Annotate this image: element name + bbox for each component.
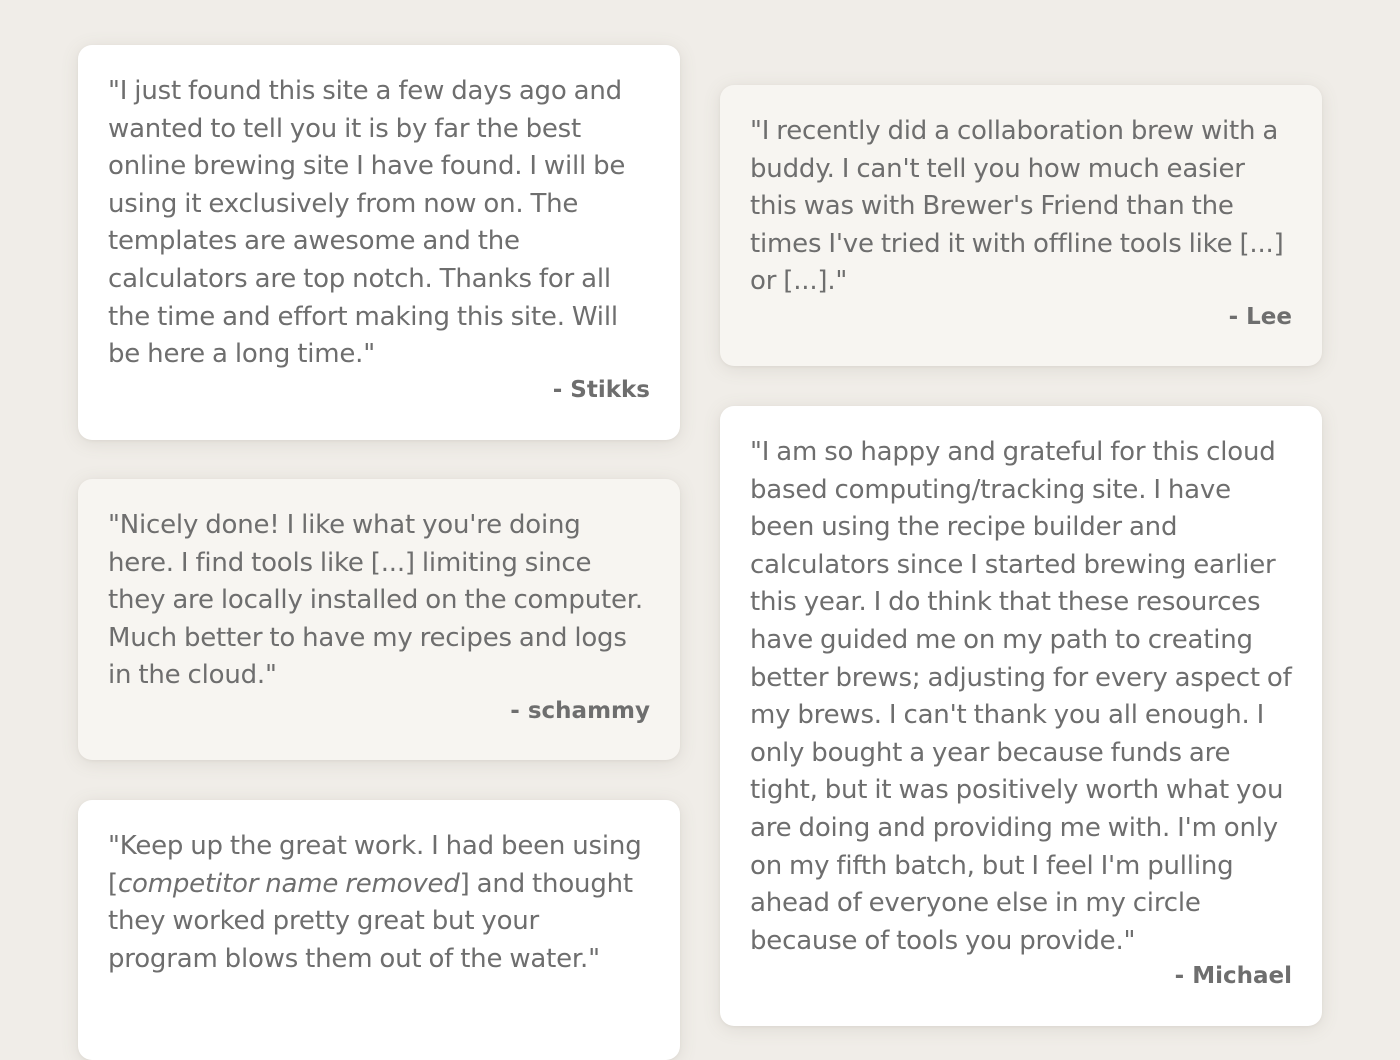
testimonial-quote: "Keep up the great work. I had been usin…	[108, 828, 650, 978]
testimonial-author: - schammy	[510, 697, 650, 724]
testimonial-author: - Stikks	[552, 376, 650, 403]
testimonial-card: "I just found this site a few days ago a…	[78, 45, 680, 440]
testimonial-card: "I recently did a collaboration brew wit…	[720, 85, 1322, 366]
testimonial-author: - Michael	[1174, 963, 1292, 990]
testimonial-quote: "I am so happy and grateful for this clo…	[750, 437, 1292, 956]
testimonial-card: "Nicely done! I like what you're doing h…	[78, 479, 680, 760]
testimonial-quote: "Nicely done! I like what you're doing h…	[108, 510, 643, 691]
testimonial-card: "Keep up the great work. I had been usin…	[78, 800, 680, 1060]
quote-text-italic: competitor name removed	[117, 868, 460, 899]
testimonial-quote: "I recently did a collaboration brew wit…	[750, 116, 1284, 297]
testimonial-card: "I am so happy and grateful for this clo…	[720, 406, 1322, 1026]
testimonial-quote: "I just found this site a few days ago a…	[108, 76, 626, 370]
testimonial-author: - Lee	[1228, 303, 1292, 330]
